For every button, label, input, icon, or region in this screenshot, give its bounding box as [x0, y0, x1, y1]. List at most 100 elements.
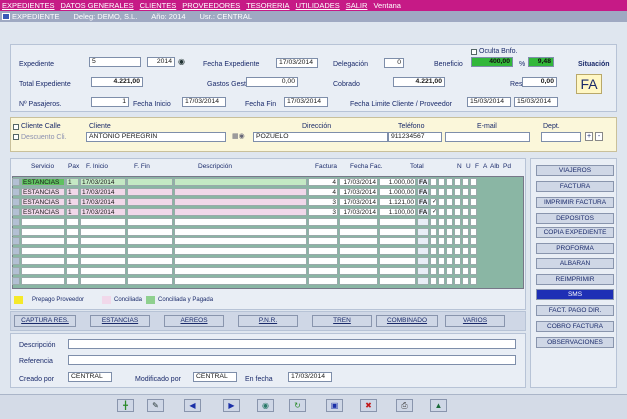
- save-icon[interactable]: ▣: [326, 399, 343, 412]
- proforma-button[interactable]: PROFORMA: [536, 243, 614, 254]
- cell-servicio[interactable]: [21, 277, 65, 285]
- cell-desc[interactable]: [174, 187, 307, 196]
- oculta-beneficio-checkbox[interactable]: [471, 49, 477, 55]
- row-checkbox[interactable]: [438, 217, 445, 226]
- cell-factura[interactable]: 4: [308, 187, 338, 196]
- next-icon[interactable]: ▶: [223, 399, 240, 412]
- cell-factura[interactable]: 3: [308, 207, 338, 216]
- cell-inicio[interactable]: 17/03/2014: [80, 207, 126, 216]
- cell-total[interactable]: [379, 267, 416, 276]
- pnr-button[interactable]: P.N.R.: [238, 315, 298, 327]
- cell-pax[interactable]: 1: [66, 197, 79, 206]
- fecha-limite-proveedor-field[interactable]: 15/03/2014: [514, 97, 558, 107]
- cell-total[interactable]: [379, 227, 416, 236]
- cell-inicio[interactable]: 17/03/2014: [80, 197, 126, 206]
- row-checkbox[interactable]: [438, 187, 445, 196]
- cell-desc[interactable]: [174, 207, 307, 216]
- row-checkbox[interactable]: [454, 247, 461, 256]
- cell-fecha[interactable]: [339, 257, 378, 266]
- cell-inicio[interactable]: [80, 227, 126, 236]
- row-checkbox[interactable]: [446, 257, 453, 266]
- cell-fin[interactable]: [127, 237, 173, 246]
- row-checkbox[interactable]: [446, 227, 453, 236]
- row-checkbox[interactable]: [438, 277, 445, 285]
- row-checkbox[interactable]: [470, 237, 477, 246]
- cell-fecha[interactable]: [339, 247, 378, 256]
- table-row[interactable]: [12, 277, 478, 286]
- row-checkbox[interactable]: [446, 267, 453, 276]
- cell-pax[interactable]: 1: [66, 178, 79, 186]
- row-checkbox[interactable]: [446, 207, 453, 216]
- row-checkbox[interactable]: [430, 217, 437, 226]
- menu-tesoreria[interactable]: TESORERIA: [246, 1, 289, 10]
- cell-fin[interactable]: [127, 217, 173, 226]
- albaran-button[interactable]: ALBARAN: [536, 258, 614, 269]
- cell-total[interactable]: 1.121,00: [379, 197, 416, 206]
- cell-pax[interactable]: [66, 257, 79, 266]
- row-selector[interactable]: [12, 207, 20, 216]
- menu-utilidades[interactable]: UTILIDADES: [296, 1, 340, 10]
- row-checkbox[interactable]: [470, 277, 477, 285]
- cell-factura[interactable]: [308, 277, 338, 285]
- delete-icon[interactable]: ✖: [360, 399, 377, 412]
- row-checkbox[interactable]: [462, 277, 469, 285]
- table-row[interactable]: ESTANCIAS 1 17/03/2014 4 17/03/2014 1.000,00 F…: [12, 187, 478, 197]
- cell-fin[interactable]: [127, 277, 173, 285]
- table-row[interactable]: [12, 247, 478, 256]
- row-checkbox[interactable]: [462, 207, 469, 216]
- tren-button[interactable]: TREN: [312, 315, 372, 327]
- cell-pax[interactable]: [66, 227, 79, 236]
- client-lookup-icon[interactable]: ▦◉: [232, 132, 245, 140]
- copia-expediente-button[interactable]: COPIA EXPEDIENTE: [536, 227, 614, 238]
- row-checkbox[interactable]: [430, 237, 437, 246]
- row-checkbox[interactable]: [430, 277, 437, 285]
- expediente-number-field[interactable]: 5: [89, 57, 141, 67]
- menu-clientes[interactable]: CLIENTES: [140, 1, 177, 10]
- row-checkbox[interactable]: [430, 187, 437, 196]
- dept-remove-button[interactable]: -: [595, 132, 603, 141]
- row-checkbox[interactable]: [430, 267, 437, 276]
- row-checkbox[interactable]: [438, 197, 445, 206]
- cell-fecha[interactable]: [339, 267, 378, 276]
- row-selector[interactable]: [12, 178, 20, 186]
- gastos-gestion-field[interactable]: 0,00: [246, 77, 298, 87]
- referencia-field[interactable]: [68, 355, 516, 365]
- menu-datos-generales[interactable]: DATOS GENERALES: [61, 1, 134, 10]
- row-checkbox[interactable]: [438, 227, 445, 236]
- row-checkbox[interactable]: [454, 227, 461, 236]
- cell-fecha[interactable]: [339, 237, 378, 246]
- cell-inicio[interactable]: [80, 237, 126, 246]
- row-checkbox[interactable]: [454, 187, 461, 196]
- fecha-limite-cliente-field[interactable]: 15/03/2014: [467, 97, 511, 107]
- cell-fin[interactable]: [127, 187, 173, 196]
- row-checkbox[interactable]: [430, 227, 437, 236]
- row-checkbox[interactable]: [470, 217, 477, 226]
- factura-button[interactable]: FACTURA: [536, 181, 614, 192]
- row-checkbox[interactable]: [462, 217, 469, 226]
- cliente-calle-checkbox[interactable]: [13, 124, 19, 130]
- telefono-field[interactable]: 911234567: [388, 132, 442, 142]
- exit-icon[interactable]: ▲: [430, 399, 447, 412]
- search-icon[interactable]: ◉: [257, 399, 274, 412]
- direccion-field[interactable]: POZUELO: [253, 132, 388, 142]
- combinado-button[interactable]: COMBINADO: [376, 315, 438, 327]
- imprimir-factura-button[interactable]: IMPRIMIR FACTURA: [536, 197, 614, 208]
- depositos-button[interactable]: DEPOSITOS: [536, 213, 614, 224]
- cell-servicio[interactable]: ESTANCIAS: [21, 178, 65, 186]
- cell-factura[interactable]: [308, 257, 338, 266]
- row-checkbox[interactable]: [454, 267, 461, 276]
- row-checkbox[interactable]: [470, 187, 477, 196]
- cell-factura[interactable]: 4: [308, 178, 338, 186]
- cell-pax[interactable]: 1: [66, 187, 79, 196]
- row-checkbox[interactable]: [446, 178, 453, 186]
- varios-button[interactable]: VARIOS: [445, 315, 505, 327]
- menu-expedientes[interactable]: EXPEDIENTES: [2, 1, 55, 10]
- row-checkbox[interactable]: [470, 227, 477, 236]
- row-checkbox[interactable]: [462, 178, 469, 186]
- row-checkbox[interactable]: [438, 207, 445, 216]
- aereos-button[interactable]: AEREOS: [164, 315, 224, 327]
- row-selector[interactable]: [12, 237, 20, 246]
- table-row[interactable]: [12, 227, 478, 237]
- row-selector[interactable]: [12, 267, 20, 276]
- cell-servicio[interactable]: [21, 237, 65, 246]
